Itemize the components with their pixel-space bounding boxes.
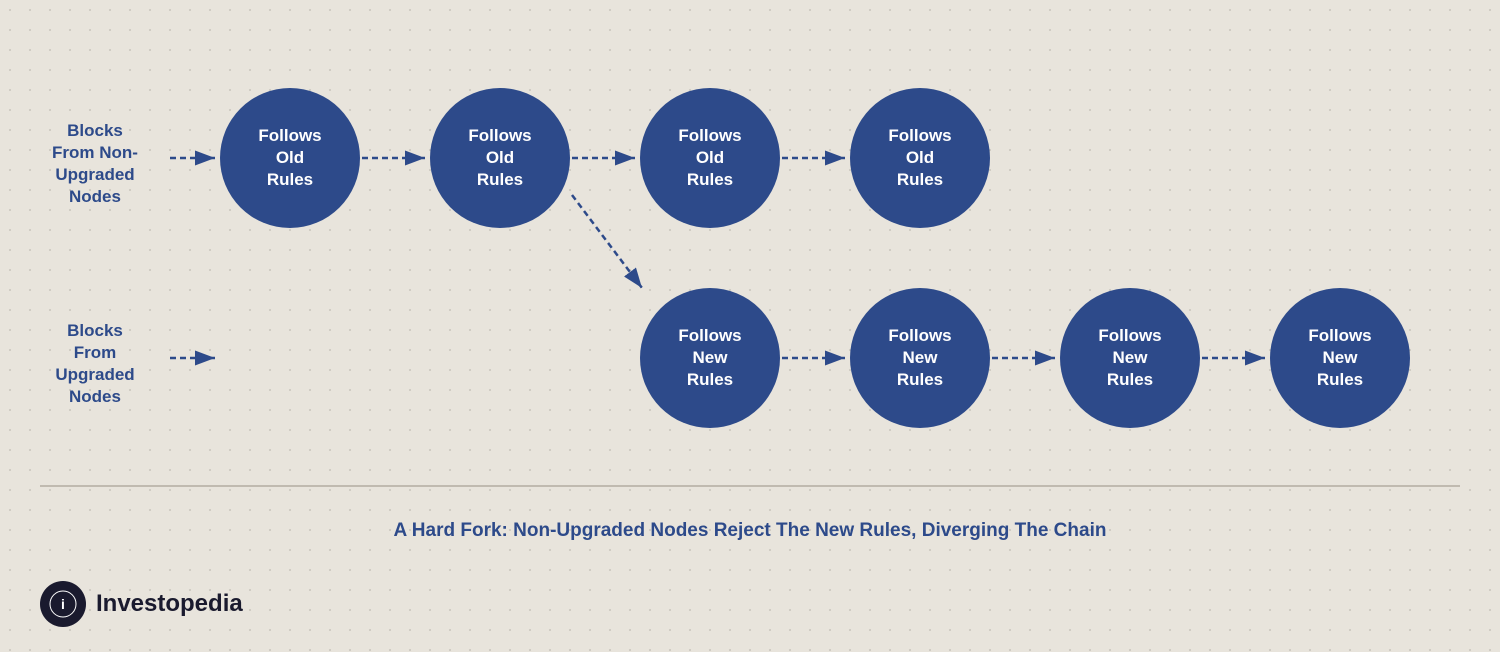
caption: A Hard Fork: Non-Upgraded Nodes Reject T… (0, 520, 1500, 542)
logo-area: i Investopedia (40, 581, 243, 627)
top-side-label: BlocksFrom Non-UpgradedNodes (30, 120, 160, 208)
node-bottom-3: FollowsNewRules (1060, 288, 1200, 428)
node-top-1: FollowsOldRules (220, 88, 360, 228)
node-top-4: FollowsOldRules (850, 88, 990, 228)
node-bottom-1: FollowsNewRules (640, 288, 780, 428)
bottom-side-label: BlocksFromUpgradedNodes (30, 320, 160, 408)
node-top-3: FollowsOldRules (640, 88, 780, 228)
logo-icon: i (40, 581, 86, 627)
node-top-2: FollowsOldRules (430, 88, 570, 228)
node-bottom-2: FollowsNewRules (850, 288, 990, 428)
node-bottom-4: FollowsNewRules (1270, 288, 1410, 428)
divider (40, 485, 1460, 487)
logo-text: Investopedia (96, 590, 243, 618)
svg-text:i: i (61, 596, 65, 612)
